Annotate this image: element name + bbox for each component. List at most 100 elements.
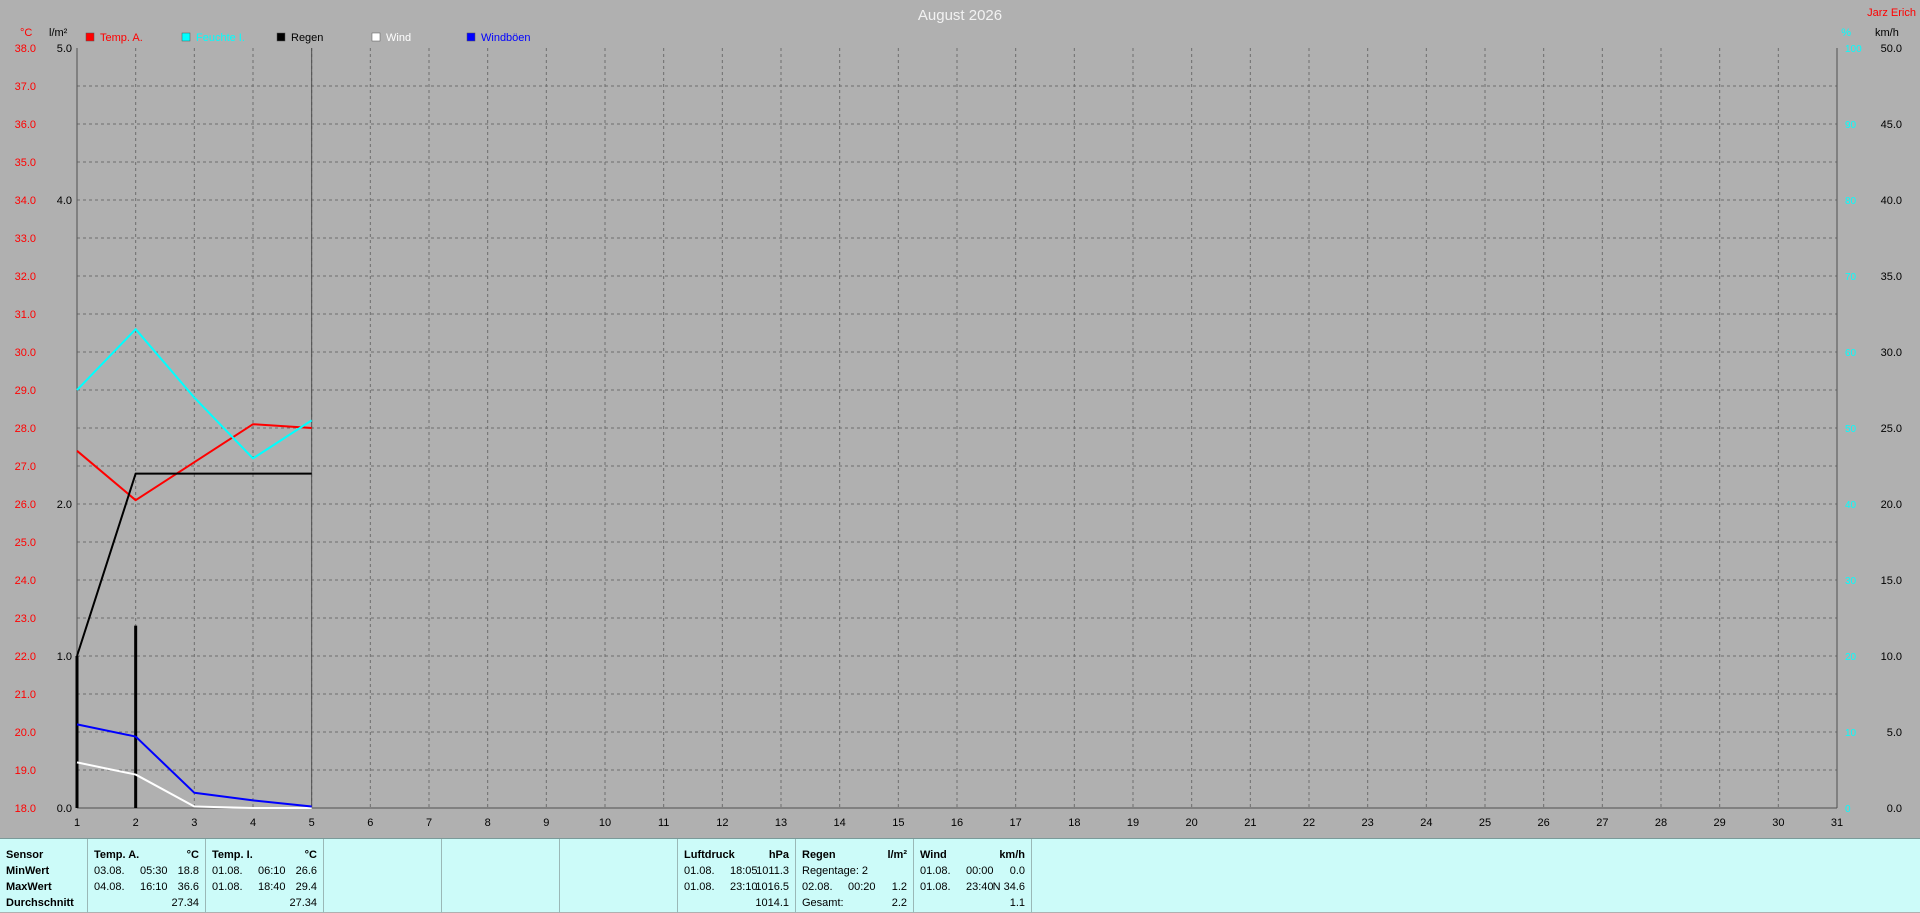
x-tick-label: 4 (250, 817, 256, 829)
temp-tick-label: 29.0 (15, 385, 36, 397)
rain-tick-label: 0.0 (57, 803, 72, 815)
rain-title: Regen (802, 849, 836, 861)
temp-a-max-value: 36.6 (177, 881, 199, 893)
rain-unit: l/m² (887, 849, 907, 861)
x-tick-label: 13 (775, 817, 787, 829)
stats-panel: Sensor MinWert MaxWert Durchschnitt Temp… (0, 838, 1920, 913)
legend-label: Feuchte I. (196, 32, 245, 44)
stats-min-label: MinWert (6, 865, 50, 877)
pressure-title: Luftdruck (684, 849, 735, 861)
wind-tick-label: 20.0 (1881, 499, 1902, 511)
rain-tick-label: 2.0 (57, 499, 72, 511)
x-tick-label: 8 (485, 817, 491, 829)
temp-tick-label: 27.0 (15, 461, 36, 473)
pressure-unit: hPa (768, 849, 789, 861)
weather-chart: August 2026 Jarz Erich °C l/m²% km/h 18.0 19.0… (0, 0, 1920, 838)
wind-tick-label: 35.0 (1881, 271, 1902, 283)
temp-tick-label: 20.0 (15, 727, 36, 739)
x-tick-label: 31 (1831, 817, 1843, 829)
pressure-max-date: 01.08. (684, 881, 715, 893)
stats-rain-column: Regen l/m² Regentage: 2 02.08. 00:20 1.2 Ge… (796, 839, 914, 913)
wind-tick-label: 0.0 (1887, 803, 1902, 815)
pressure-min-date: 01.08. (684, 865, 715, 877)
humidity-tick-label: 10 (1845, 728, 1857, 739)
temp-tick-label: 26.0 (15, 499, 36, 511)
wind-unit: km/h (999, 849, 1025, 861)
temp-tick-label: 30.0 (15, 347, 36, 359)
legend-swatch (276, 32, 286, 42)
stats-avg-label: Durchschnitt (6, 897, 74, 909)
pressure-min-value: 1011.3 (756, 865, 789, 877)
temp-tick-label: 32.0 (15, 271, 36, 283)
temp-i-avg-value: 27.34 (289, 897, 317, 909)
wind-max-value: N 34.6 (992, 881, 1025, 893)
stats-max-label: MaxWert (6, 881, 52, 893)
rain-max-value: 1.2 (891, 881, 907, 893)
legend-swatch (85, 32, 95, 42)
wind-max-date: 01.08. (920, 881, 951, 893)
x-tick-label: 29 (1714, 817, 1726, 829)
pressure-max-value: 1016.5 (755, 881, 789, 893)
humidity-tick-label: 30 (1845, 576, 1857, 587)
temp-tick-label: 34.0 (15, 195, 36, 207)
legend-label: Wind (386, 32, 411, 44)
x-tick-label: 28 (1655, 817, 1667, 829)
x-tick-label: 12 (716, 817, 728, 829)
legend-swatch (371, 32, 381, 42)
chart-svg: August 2026 Jarz Erich °C l/m²% km/h 18.0 19.0… (15, 7, 1916, 829)
wind-tick-label: 15.0 (1881, 575, 1902, 587)
temp-a-max-time: 16:10 (140, 881, 168, 893)
temp-tick-label: 36.0 (15, 119, 36, 131)
wind-axis-unit: km/h (1875, 27, 1899, 39)
temp-axis-unit: °C (20, 27, 32, 39)
stats-pressure-column: Luftdruck hPa 01.08. 18:05 1011.3 01.08. 23:… (678, 839, 796, 913)
humidity-tick-label: 40 (1845, 500, 1857, 511)
temp-i-max-value: 29.4 (295, 881, 317, 893)
wind-tick-label: 5.0 (1887, 727, 1902, 739)
humidity-tick-label: 60 (1845, 348, 1857, 359)
rain-total-value: 2.2 (891, 897, 907, 909)
x-tick-label: 9 (543, 817, 549, 829)
rain-tick-label: 4.0 (57, 195, 72, 207)
temp-tick-label: 31.0 (15, 309, 36, 321)
temp-i-min-date: 01.08. (212, 865, 243, 877)
stats-header-label: Sensor (6, 849, 44, 861)
stats-empty-column-1 (324, 839, 442, 913)
wind-min-date: 01.08. (920, 865, 951, 877)
temp-tick-label: 22.0 (15, 651, 36, 663)
x-tick-label: 21 (1244, 817, 1256, 829)
x-tick-label: 3 (191, 817, 197, 829)
x-tick-label: 25 (1479, 817, 1491, 829)
x-tick-label: 15 (892, 817, 904, 829)
temp-a-title: Temp. A. (94, 849, 140, 861)
wind-title: Wind (920, 849, 947, 861)
chart-title: August 2026 (918, 7, 1002, 24)
temp-tick-label: 19.0 (15, 765, 36, 777)
legend-label: Regen (291, 32, 323, 44)
chart-author: Jarz Erich (1867, 7, 1916, 19)
legend-swatch (181, 32, 191, 42)
rain-max-time: 00:20 (848, 881, 876, 893)
x-tick-label: 7 (426, 817, 432, 829)
temp-i-min-time: 06:10 (258, 865, 286, 877)
temp-a-max-date: 04.08. (94, 881, 125, 893)
wind-tick-label: 30.0 (1881, 347, 1902, 359)
legend-swatch (466, 32, 476, 42)
temp-a-min-value: 18.8 (177, 865, 199, 877)
temp-tick-label: 35.0 (15, 157, 36, 169)
temp-a-unit: °C (186, 849, 199, 861)
stats-labels-column: Sensor MinWert MaxWert Durchschnitt (0, 839, 88, 913)
x-tick-label: 10 (599, 817, 611, 829)
wind-tick-label: 45.0 (1881, 119, 1902, 131)
pressure-avg-value: 1014.1 (755, 897, 789, 909)
temp-i-max-time: 18:40 (258, 881, 286, 893)
x-tick-label: 30 (1772, 817, 1784, 829)
x-tick-label: 11 (658, 817, 669, 829)
x-tick-label: 24 (1420, 817, 1432, 829)
wind-min-value: 0.0 (1009, 865, 1025, 877)
temp-tick-label: 33.0 (15, 233, 36, 245)
stats-temp-i-column: Temp. I. °C 01.08. 06:10 26.6 01.08. 18:40 29… (206, 839, 324, 913)
wind-min-time: 00:00 (966, 865, 994, 877)
x-tick-label: 18 (1068, 817, 1080, 829)
temp-a-avg-value: 27.34 (171, 897, 199, 909)
